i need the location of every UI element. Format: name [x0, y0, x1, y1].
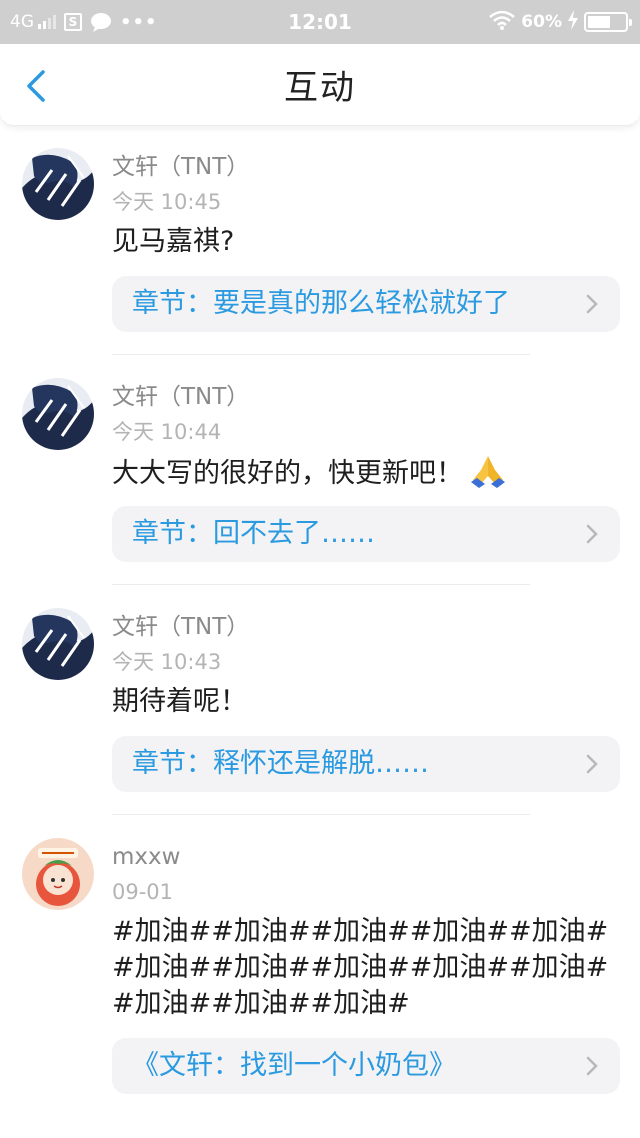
comment-text: 大大写的很好的，快更新吧！ — [112, 458, 463, 489]
folded-hands-emoji — [471, 456, 505, 488]
status-right: 60% — [489, 8, 632, 36]
wifi-icon — [489, 10, 516, 35]
chapter-link[interactable]: 章节：释怀还是解脱…… — [112, 736, 620, 792]
chevron-right-icon — [586, 1056, 598, 1076]
comment-time: 09-01 — [112, 880, 174, 904]
chevron-right-icon — [586, 294, 598, 314]
chapter-link-label: 《文轩：找到一个小奶包》 — [132, 1050, 456, 1081]
chapter-link[interactable]: 章节：要是真的那么轻松就好了 — [112, 276, 620, 332]
battery-percent: 60% — [521, 12, 562, 32]
comment-username: 文轩（TNT） — [112, 384, 250, 410]
charging-bolt-icon — [568, 9, 578, 35]
chevron-right-icon — [586, 754, 598, 774]
chapter-link-label: 章节：要是真的那么轻松就好了 — [132, 288, 510, 319]
chapter-link[interactable]: 《文轩：找到一个小奶包》 — [112, 1038, 620, 1094]
comment-username: 文轩（TNT） — [112, 614, 250, 640]
nav-bar: 互动 — [0, 44, 640, 126]
comment-text-wrap: 大大写的很好的，快更新吧！ — [112, 454, 622, 492]
chevron-right-icon — [586, 524, 598, 544]
ink-portrait-avatar[interactable] — [22, 378, 94, 450]
cartoon-girl-avatar[interactable] — [22, 838, 94, 910]
comment-time: 今天 10:43 — [112, 650, 222, 674]
status-bar: 4G S ••• 12:01 60% — [0, 0, 640, 44]
comment-time: 今天 10:45 — [112, 190, 222, 214]
chapter-link-label: 章节：释怀还是解脱…… — [132, 748, 429, 779]
chapter-link-label: 章节：回不去了…… — [132, 518, 375, 549]
comment-time: 今天 10:44 — [112, 420, 222, 444]
comment-text: 见马嘉祺? — [112, 226, 235, 257]
ink-portrait-avatar[interactable] — [22, 608, 94, 680]
comment-username: 文轩（TNT） — [112, 154, 250, 180]
divider — [112, 814, 530, 815]
page-title: 互动 — [284, 68, 356, 108]
divider — [112, 354, 530, 355]
comment-text: #加油##加油##加油##加油##加油##加油##加油##加油##加油##加油#… — [112, 916, 609, 1019]
divider — [112, 584, 530, 585]
battery-icon — [584, 12, 632, 32]
ink-portrait-avatar[interactable] — [22, 148, 94, 220]
chapter-link[interactable]: 章节：回不去了…… — [112, 506, 620, 562]
comment-text: 期待着呢！ — [112, 686, 247, 717]
comment-username: mxxw — [112, 844, 181, 870]
